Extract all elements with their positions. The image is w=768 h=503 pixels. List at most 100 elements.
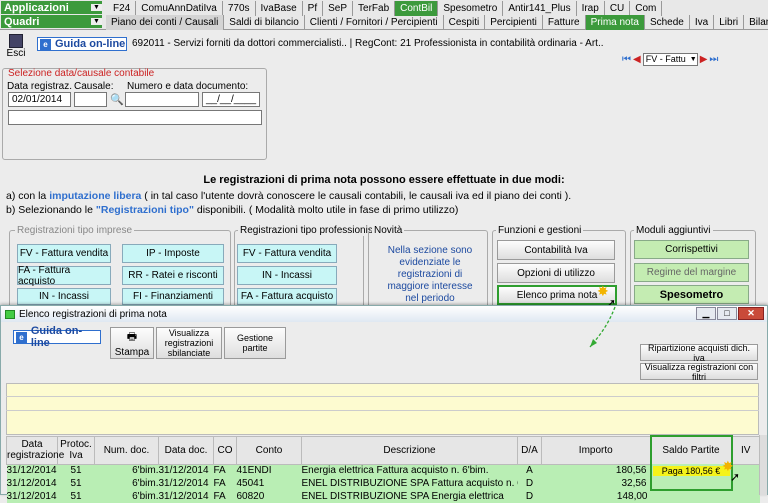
fv-fattura-vendita-button[interactable]: FV - Fattura vendita — [17, 244, 111, 263]
spesometro-button[interactable]: Spesometro — [634, 285, 749, 304]
fa-fattura-acquisto-button[interactable]: FA - Fattura acquisto — [17, 265, 111, 287]
tab-libri[interactable]: Libri — [714, 15, 745, 30]
col-num-doc[interactable]: Num. doc. — [94, 435, 159, 465]
ip-imposte-button[interactable]: IP - Imposte — [122, 244, 224, 263]
quadri-select[interactable]: Quadri ▼ — [1, 15, 102, 28]
causal-field[interactable] — [74, 92, 107, 107]
opzioni-utilizzo-button[interactable]: Opzioni di utilizzo — [497, 263, 615, 283]
corrispettivi-button[interactable]: Corrispettivi — [634, 240, 749, 259]
maximize-button[interactable]: □ — [717, 307, 737, 320]
tab-bilancio[interactable]: Bilancio — [744, 15, 768, 30]
registrations-table: Data registrazione Protoc. Iva Num. doc.… — [6, 435, 760, 503]
first-record-icon[interactable]: ⏮ — [622, 54, 631, 65]
intro-title: Le registrazioni di prima nota possono e… — [203, 174, 565, 186]
cell-descrizione: ENEL DISTRIBUZIONE SPA Fattura acquisto … — [301, 478, 518, 489]
tab-contbil[interactable]: ContBil — [395, 1, 439, 16]
cell-saldo-partite[interactable]: Paga 180,56 € — [649, 464, 733, 477]
cell-da: D — [525, 491, 534, 502]
cell-importo: 180,56 — [615, 465, 647, 477]
window-icon — [5, 309, 15, 319]
doc-number-field[interactable] — [125, 92, 199, 107]
tab-irap[interactable]: Irap — [577, 1, 605, 16]
regime-margine-button[interactable]: Regime del margine — [634, 263, 749, 282]
col-descrizione[interactable]: Descrizione — [301, 435, 518, 465]
tab-clienti[interactable]: Clienti / Fornitori / Percipienti — [305, 15, 444, 30]
dialog-guide-button[interactable]: e Guida on-line — [13, 325, 101, 349]
intro-b-pre: b) Selezionando le — [6, 204, 96, 216]
cell-num-doc: 6'bim. — [132, 491, 159, 502]
tab-prima-nota[interactable]: Prima nota — [585, 15, 645, 30]
intro-b-post: disponibili. ( Modalità molto utile in f… — [193, 204, 459, 216]
last-record-icon[interactable]: ⏭ — [709, 54, 718, 65]
cell-data: 31/12/2014 — [6, 491, 57, 502]
guide-button[interactable]: e Guida on-line — [37, 37, 127, 51]
col-co[interactable]: CO — [213, 435, 237, 465]
col-conto[interactable]: Conto — [236, 435, 302, 465]
imputazione-libera-link[interactable]: imputazione libera — [49, 190, 141, 202]
gestione-partite-button[interactable]: Gestione partite — [224, 327, 286, 359]
tab-percipienti[interactable]: Percipienti — [485, 15, 543, 30]
tab-ivabase[interactable]: IvaBase — [256, 1, 303, 16]
search-icon[interactable]: 🔍 — [110, 93, 124, 106]
exit-button[interactable]: Esci — [4, 34, 28, 64]
contabilita-iva-button[interactable]: Contabilità Iva — [497, 240, 615, 260]
prof-fv-button[interactable]: FV - Fattura vendita — [237, 244, 337, 263]
col-data-doc[interactable]: Data doc. — [158, 435, 214, 465]
tab-spesometro[interactable]: Spesometro — [438, 1, 504, 16]
col-importo[interactable]: Importo — [541, 435, 651, 465]
prof-fa-button[interactable]: FA - Fattura acquisto — [237, 288, 337, 305]
chevron-down-icon: ▼ — [91, 4, 102, 11]
tab-comuanndatiiva[interactable]: ComuAnnDatiIva — [136, 1, 223, 16]
cell-data-doc: 31/12/2014 — [158, 491, 209, 502]
table-row[interactable]: 31/12/2014 51 6'bim. 31/12/2014 FA 41END… — [6, 464, 760, 477]
prev-record-icon[interactable]: ◀ — [633, 54, 641, 65]
applicazioni-select[interactable]: Applicazioni ▼ — [1, 1, 102, 14]
fi-finanziamenti-button[interactable]: FI - Finanziamenti — [122, 288, 224, 305]
filtri-button[interactable]: Visualizza registrazioni con filtri — [640, 362, 758, 382]
col-da[interactable]: D/A — [517, 435, 542, 465]
tab-terfab[interactable]: TerFab — [353, 1, 396, 16]
tab-antir141[interactable]: Antir141_Plus — [503, 1, 577, 16]
record-navigator: ⏮ ◀ FV - Fattu ▼ ▶ ⏭ — [622, 52, 718, 66]
table-row[interactable]: 31/12/2014 51 6'bim. 31/12/2014 FA 60820… — [6, 490, 760, 503]
tab-cu[interactable]: CU — [605, 1, 631, 16]
causal-description-field[interactable] — [8, 110, 262, 125]
unbalanced-button[interactable]: Visualizza registrazioni sbilanciate — [156, 327, 222, 359]
tab-770s[interactable]: 770s — [223, 1, 256, 16]
tab-f24[interactable]: F24 — [108, 1, 137, 16]
ripartizione-button[interactable]: Ripartizione acquisti dich. iva — [640, 343, 758, 363]
in-incassi-button[interactable]: IN - Incassi — [17, 288, 111, 305]
col-saldo-partite[interactable]: Saldo Partite — [649, 435, 733, 464]
col-data-registrazione[interactable]: Data registrazione — [6, 435, 64, 465]
tab-cespiti[interactable]: Cespiti — [444, 15, 486, 30]
tab-pf[interactable]: Pf — [303, 1, 324, 16]
doc-date-field[interactable]: __/__/____ — [202, 92, 260, 107]
tab-sep[interactable]: SeP — [323, 1, 354, 16]
print-button[interactable]: 🖶 Stampa — [110, 327, 154, 359]
tab-iva[interactable]: Iva — [690, 15, 715, 30]
cell-saldo-partite — [649, 477, 733, 491]
next-record-icon[interactable]: ▶ — [700, 54, 708, 65]
rr-ratei-button[interactable]: RR - Ratei e risconti — [122, 266, 224, 285]
close-button[interactable]: ✕ — [738, 307, 764, 320]
tab-saldi[interactable]: Saldi di bilancio — [224, 15, 305, 30]
vertical-scrollbar[interactable] — [759, 435, 767, 495]
function-tabs: Piano dei conti / Causali Saldi di bilanc… — [106, 15, 768, 30]
dialog-title: Elenco registrazioni di prima nota — [19, 308, 167, 320]
registrazioni-tipo-link[interactable]: "Registrazioni tipo" — [96, 204, 194, 216]
minimize-button[interactable]: ▁ — [696, 307, 716, 320]
cell-descrizione: Energia elettrica Fattura acquisto n. 6'… — [301, 465, 489, 477]
saldo-badge[interactable]: Paga 180,56 € — [652, 465, 730, 476]
tab-fatture[interactable]: Fatture — [543, 15, 586, 30]
date-field[interactable]: 02/01/2014 — [8, 92, 71, 107]
col-iv[interactable]: IV — [731, 435, 760, 465]
record-select[interactable]: FV - Fattu ▼ — [642, 52, 698, 66]
tab-schede[interactable]: Schede — [645, 15, 690, 30]
tab-com[interactable]: Com — [630, 1, 663, 16]
table-row[interactable]: 31/12/2014 51 6'bim. 31/12/2014 FA 45041… — [6, 477, 760, 491]
novita-text: Nella sezione sono evidenziate le regist… — [387, 245, 473, 304]
tab-piano-dei-conti[interactable]: Piano dei conti / Causali — [106, 15, 225, 30]
help-icon: e — [16, 331, 27, 343]
prof-in-button[interactable]: IN - Incassi — [237, 266, 337, 285]
cell-num-doc: 6'bim. — [132, 478, 159, 489]
